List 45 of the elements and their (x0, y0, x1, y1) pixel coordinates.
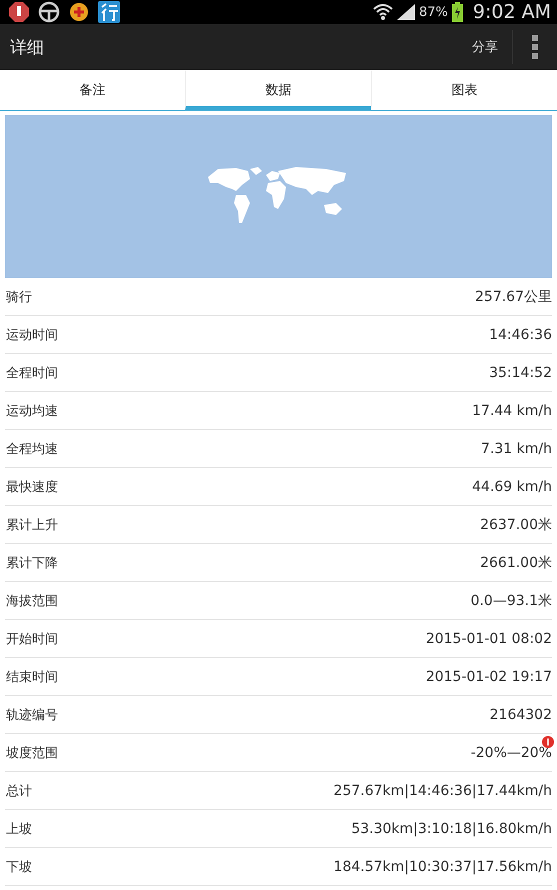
field-label: 上坡 (6, 820, 32, 838)
field-value: 257.67公里 (475, 288, 552, 306)
field-value: -20%—20% (470, 744, 552, 760)
clock-time: 9:02 AM (472, 1, 551, 23)
field-label: 全程均速 (6, 440, 58, 458)
field-label: 骑行 (6, 288, 32, 306)
field-value: 0.0—93.1米 (470, 592, 552, 610)
field-value: 7.31 km/h (481, 440, 552, 456)
alert-dot-icon (542, 736, 554, 748)
app-icon (98, 1, 120, 23)
field-value: 44.69 km/h (472, 478, 552, 494)
field-value: 17.44 km/h (472, 402, 552, 418)
field-label: 下坡 (6, 858, 32, 876)
field-value: 14:46:36 (489, 326, 552, 342)
steering-wheel-icon (38, 1, 60, 23)
battery-charging-icon (452, 2, 463, 22)
field-label: 坡度范围 (6, 744, 58, 762)
field-value: 2164302 (490, 706, 552, 722)
signal-icon (396, 4, 415, 20)
tab[interactable]: 数据 (185, 70, 371, 110)
field-label: 轨迹编号 (6, 706, 58, 724)
field-value: 35:14:52 (489, 364, 552, 380)
wifi-icon (372, 3, 393, 21)
field-value: 2015-01-02 19:17 (426, 668, 552, 684)
field-value: 2015-01-01 08:02 (426, 630, 552, 646)
app-icon (8, 1, 30, 23)
field-label: 全程时间 (6, 364, 58, 382)
field-label: 运动均速 (6, 402, 58, 420)
field-label: 结束时间 (6, 668, 58, 686)
field-label: 累计上升 (6, 516, 58, 534)
field-label: 海拔范围 (6, 592, 58, 610)
field-value: 2637.00米 (480, 516, 552, 534)
share-button[interactable]: 分享 (458, 30, 513, 64)
field-label: 开始时间 (6, 630, 58, 648)
field-label: 累计下降 (6, 554, 58, 572)
field-label: 总计 (6, 782, 32, 800)
field-value: 53.30km|3:10:18|16.80km/h (351, 820, 552, 836)
app-icon (68, 1, 90, 23)
battery-percentage: 87% (418, 4, 448, 20)
field-value: 2661.00米 (480, 554, 552, 572)
screen-title: 详细 (10, 36, 44, 58)
field-label: 最快速度 (6, 478, 58, 496)
field-label: 运动时间 (6, 326, 58, 344)
field-value: 257.67km|14:46:36|17.44km/h (334, 782, 552, 798)
field-value: 184.57km|10:30:37|17.56km/h (334, 858, 552, 874)
